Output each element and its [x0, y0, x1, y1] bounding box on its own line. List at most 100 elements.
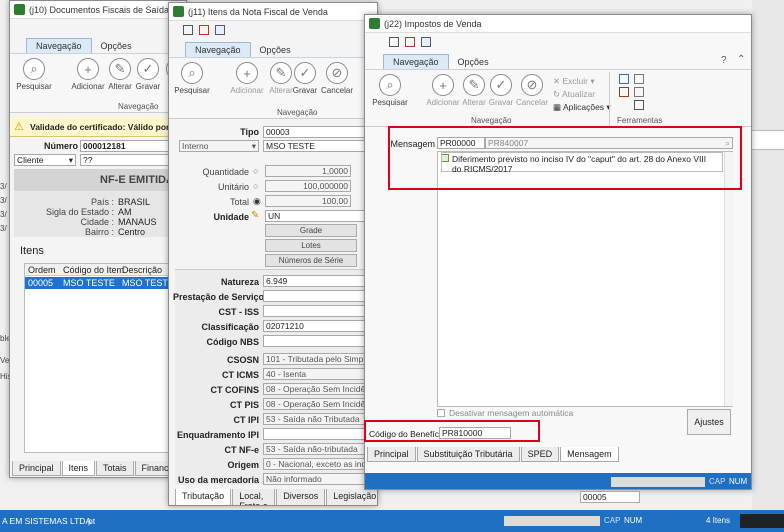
tab-principal[interactable]: Principal	[367, 447, 416, 462]
info-label: Bairro :	[84, 227, 114, 235]
ct-pis-field[interactable]: 08 - Operação Sem Incidência	[263, 398, 373, 410]
itens-table[interactable]: Ordem Código do Item Descrição 00005 MSO…	[24, 263, 186, 453]
copy-icon[interactable]	[634, 74, 644, 84]
help-icon[interactable]: ?	[721, 55, 727, 66]
ribbon-tabs: Navegação Opções	[10, 37, 186, 53]
cancelar-button[interactable]: ⊘ Cancelar	[513, 74, 551, 107]
tipo-field[interactable]: 00003	[263, 126, 373, 138]
quick-toolbar	[183, 25, 225, 35]
info-label: Cidade :	[80, 217, 114, 227]
bottom-tabs: Tributação Local, Frete e Seguro Diverso…	[175, 489, 377, 505]
quantidade-field[interactable]: 1,0000	[265, 165, 351, 177]
adicionar-button[interactable]: + Adicionar	[227, 62, 267, 95]
tag-icon[interactable]	[619, 87, 629, 97]
tab-navegacao[interactable]: Navegação	[383, 54, 449, 69]
tab-totais[interactable]: Totais	[96, 461, 134, 476]
ct-cofins-field[interactable]: 08 - Operação Sem Incidência	[263, 383, 373, 395]
desativar-checkbox[interactable]	[437, 409, 445, 417]
codigo-nbs-field[interactable]	[263, 335, 373, 347]
excluir-button[interactable]: ✕ Excluir ▾	[553, 76, 595, 87]
gravar-button[interactable]: ✓ Gravar	[132, 58, 164, 91]
radio-selected-icon[interactable]: ◉	[253, 196, 261, 207]
total-field[interactable]: 100,00	[265, 195, 351, 207]
chevron-up-icon[interactable]: ⌃	[737, 54, 745, 65]
pencil-icon[interactable]: ✎	[251, 210, 259, 221]
gravar-button[interactable]: ✓ Gravar	[289, 62, 321, 95]
tab-substituicao-tributaria[interactable]: Substituição Tributária	[416, 447, 520, 462]
tab-itens[interactable]: Itens	[61, 461, 96, 476]
column-header[interactable]: Código do Item	[63, 265, 124, 275]
table-icon[interactable]	[421, 37, 431, 47]
natureza-field[interactable]: 6.949	[263, 275, 373, 287]
cancel-icon: ⊘	[326, 62, 348, 84]
ct-ipi-field[interactable]: 53 - Saída não Tributada	[263, 413, 373, 425]
tab-principal[interactable]: Principal	[12, 461, 61, 476]
cliente-select[interactable]: Cliente ▾	[14, 154, 76, 166]
calendar-icon[interactable]	[405, 37, 415, 47]
scrollbar[interactable]	[724, 152, 733, 406]
pesquisar-button[interactable]: ⌕ Pesquisar	[14, 58, 54, 91]
cancelar-button[interactable]: ⊘ Cancelar	[319, 62, 355, 95]
tab-opcoes[interactable]: Opções	[251, 43, 300, 57]
cst-iss-field[interactable]	[263, 305, 373, 317]
origem-field[interactable]: 0 - Nacional, exceto as indicad	[263, 458, 373, 470]
tab-diversos[interactable]: Diversos	[276, 489, 326, 505]
status-field	[611, 477, 705, 487]
background-strip	[752, 130, 784, 150]
unitario-field[interactable]: 100,000000	[265, 180, 351, 192]
pesquisar-button[interactable]: ⌕ Pesquisar	[171, 62, 213, 95]
printer-icon[interactable]	[634, 100, 644, 110]
ct-icms-field[interactable]: 40 - Isenta	[263, 368, 373, 380]
prestacao-servico-field[interactable]	[263, 290, 373, 302]
pencil-icon: ✎	[109, 58, 131, 80]
numeros-serie-button[interactable]: Números de Série	[265, 254, 357, 267]
lotes-button[interactable]: Lotes	[265, 239, 357, 252]
column-header[interactable]: Ordem	[28, 265, 56, 275]
tab-legislacao[interactable]: Legislação	[326, 489, 377, 505]
app-statusbar: A EM SISTEMAS LTDA pt CAP NUM 4 Itens	[0, 510, 784, 532]
calendar-icon[interactable]	[199, 25, 209, 35]
uso-mercadoria-field[interactable]: Não informado	[263, 473, 373, 485]
table-row[interactable]: 00005 MSO TESTE MSO TESTE	[25, 277, 186, 289]
app-icon	[369, 18, 380, 29]
tab-tributacao[interactable]: Tributação	[175, 489, 232, 505]
window-title: (j11) Itens da Nota Fiscal de Venda	[188, 6, 328, 17]
highlight-beneficio	[364, 420, 540, 442]
highlight-mensagem	[388, 126, 742, 190]
tab-navegacao[interactable]: Navegação	[185, 42, 251, 57]
atualizar-button[interactable]: ↻ Atualizar	[553, 89, 595, 100]
grade-button[interactable]: Grade	[265, 224, 357, 237]
radio-icon[interactable]: ○	[253, 166, 258, 176]
prestacao-servico-label: Prestação de Serviço	[173, 292, 265, 302]
left-edge-label: 3/	[0, 210, 7, 219]
classificacao-field[interactable]: 02071210	[263, 320, 373, 332]
grid-icon[interactable]	[183, 25, 193, 35]
tab-opcoes[interactable]: Opções	[92, 39, 141, 53]
tipo-descricao-field[interactable]: MSO TESTE	[263, 140, 373, 152]
ct-nfe-field[interactable]: 53 - Saída não-tributada	[263, 443, 373, 455]
warning-bar: ⚠ Validade do certificado: Válido por ma…	[10, 117, 186, 137]
ajustes-button[interactable]: Ajustes	[687, 409, 731, 435]
chat-icon[interactable]	[619, 74, 629, 84]
pesquisar-button[interactable]: ⌕ Pesquisar	[369, 74, 411, 107]
document-icon[interactable]	[634, 87, 644, 97]
ct-ipi-label: CT IPI	[233, 415, 259, 425]
uso-mercadoria-label: Uso da mercadoria	[177, 475, 259, 485]
radio-icon[interactable]: ○	[253, 181, 258, 191]
tab-local-frete-seguro[interactable]: Local, Frete e Seguro	[232, 489, 276, 505]
unidade-field[interactable]: UN	[265, 210, 373, 222]
enquadramento-ipi-field[interactable]	[263, 428, 373, 440]
tab-mensagem[interactable]: Mensagem	[560, 447, 619, 462]
aplicacoes-button[interactable]: ▦ Aplicações ▾	[553, 102, 611, 113]
info-label: Sigla do Estado :	[45, 207, 114, 217]
grid-icon[interactable]	[389, 37, 399, 47]
tab-navegacao[interactable]: Navegação	[26, 38, 92, 53]
interno-select[interactable]: Interno ▾	[179, 140, 259, 152]
column-header[interactable]: Descrição	[122, 265, 162, 275]
csosn-field[interactable]: 101 - Tributada pelo Simples N	[263, 353, 373, 365]
tab-opcoes[interactable]: Opções	[449, 55, 498, 69]
codigo-nbs-label: Código NBS	[206, 337, 260, 347]
status-field	[504, 516, 600, 526]
tab-sped[interactable]: SPED	[520, 447, 560, 462]
table-icon[interactable]	[215, 25, 225, 35]
